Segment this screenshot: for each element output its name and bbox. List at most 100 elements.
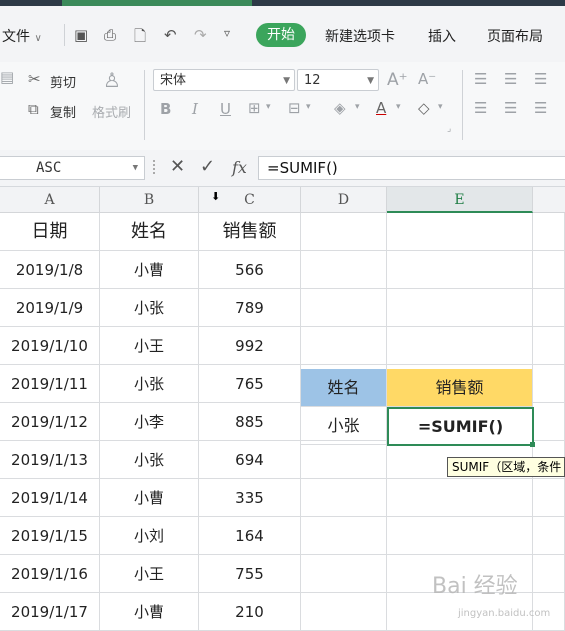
empty-cell[interactable]	[533, 365, 565, 403]
date-cell[interactable]: 2019/1/10	[0, 327, 100, 365]
sales-cell[interactable]: 789	[199, 289, 301, 327]
scissors-icon[interactable]: ✂	[28, 70, 41, 88]
font-name-select[interactable]: 宋体 ▼	[153, 69, 295, 91]
formula-input[interactable]: =SUMIF()	[258, 156, 565, 180]
date-cell[interactable]: 2019/1/16	[0, 555, 100, 593]
customize-dropdown-icon[interactable]: ▿	[224, 26, 230, 40]
italic-button[interactable]: I	[192, 100, 198, 118]
save-icon[interactable]: ▣	[74, 26, 88, 44]
empty-cell[interactable]	[387, 213, 533, 251]
tab-page-layout[interactable]: 页面布局	[487, 26, 543, 46]
empty-cell[interactable]	[533, 479, 565, 517]
name-box[interactable]: ASC ▼	[0, 156, 145, 180]
align-right-icon[interactable]: ☰	[534, 99, 547, 117]
drag-handle[interactable]	[153, 160, 161, 174]
name-cell[interactable]: 小张	[100, 365, 199, 403]
empty-cell[interactable]	[301, 593, 387, 631]
sales-cell[interactable]: 335	[199, 479, 301, 517]
align-center-icon[interactable]: ☰	[504, 99, 517, 117]
underline-button[interactable]: U	[220, 100, 231, 118]
column-header-a[interactable]: A	[0, 187, 100, 213]
sales-cell[interactable]: 164	[199, 517, 301, 555]
name-cell[interactable]: 小曹	[100, 593, 199, 631]
cell-style-icon[interactable]: ⊟	[288, 99, 301, 117]
fill-handle[interactable]	[530, 442, 535, 447]
name-cell[interactable]: 小王	[100, 555, 199, 593]
font-size-select[interactable]: 12 ▼	[297, 69, 379, 91]
name-cell[interactable]: 小张	[100, 289, 199, 327]
align-top-icon[interactable]: ☰	[474, 70, 487, 88]
font-dialog-launcher-icon[interactable]: ⌟	[447, 124, 451, 134]
empty-cell[interactable]	[387, 289, 533, 327]
column-header-e[interactable]: E	[387, 187, 533, 213]
sales-cell[interactable]: 566	[199, 251, 301, 289]
date-cell[interactable]: 2019/1/9	[0, 289, 100, 327]
align-left-icon[interactable]: ☰	[474, 99, 487, 117]
empty-cell[interactable]	[301, 327, 387, 365]
border-icon[interactable]: ⊞	[248, 99, 261, 117]
name-cell[interactable]: 小李	[100, 403, 199, 441]
redo-icon[interactable]: ↷	[194, 26, 207, 44]
tab-start[interactable]: 开始	[256, 23, 306, 47]
date-cell[interactable]: 2019/1/12	[0, 403, 100, 441]
name-cell[interactable]: 小曹	[100, 479, 199, 517]
menu-file[interactable]: 文件 ∨	[2, 26, 42, 46]
empty-cell[interactable]	[533, 327, 565, 365]
paste-icon[interactable]: ▤	[0, 68, 14, 86]
empty-cell[interactable]	[301, 441, 387, 479]
column-header-b[interactable]: B	[100, 187, 199, 213]
date-cell[interactable]: 2019/1/14	[0, 479, 100, 517]
empty-cell[interactable]	[387, 479, 533, 517]
sales-cell[interactable]: 210	[199, 593, 301, 631]
column-header-f[interactable]	[533, 187, 565, 213]
chevron-down-icon[interactable]: ▾	[396, 102, 401, 112]
chevron-down-icon[interactable]: ▾	[306, 102, 311, 112]
print-preview-icon[interactable]: 🗋	[134, 26, 146, 51]
empty-cell[interactable]	[533, 555, 565, 593]
empty-cell[interactable]	[301, 517, 387, 555]
cut-button[interactable]: 剪切	[50, 72, 76, 91]
name-cell[interactable]: 小张	[100, 441, 199, 479]
cancel-icon[interactable]: ✕	[170, 156, 185, 177]
confirm-icon[interactable]: ✓	[200, 156, 215, 177]
date-cell[interactable]: 2019/1/8	[0, 251, 100, 289]
format-painter-button[interactable]: 格式刷	[92, 102, 131, 121]
empty-cell[interactable]	[533, 289, 565, 327]
name-cell[interactable]: 小王	[100, 327, 199, 365]
eraser-icon[interactable]: ◇	[418, 99, 430, 117]
empty-cell[interactable]	[533, 251, 565, 289]
lookup-sales-header[interactable]: 销售额	[387, 369, 533, 407]
date-cell[interactable]: 2019/1/17	[0, 593, 100, 631]
sales-cell[interactable]: 992	[199, 327, 301, 365]
sales-cell[interactable]: 765	[199, 365, 301, 403]
font-color-icon[interactable]: A	[376, 99, 386, 117]
date-cell[interactable]: 2019/1/11	[0, 365, 100, 403]
fill-color-icon[interactable]: ◈	[334, 99, 346, 117]
tab-insert[interactable]: 插入	[428, 26, 456, 46]
decrease-font-icon[interactable]: A⁻	[418, 70, 436, 88]
empty-cell[interactable]	[301, 289, 387, 327]
empty-cell[interactable]	[301, 251, 387, 289]
lookup-name-value[interactable]: 小张	[301, 407, 387, 445]
chevron-down-icon[interactable]: ▾	[266, 102, 271, 112]
chevron-down-icon[interactable]: ▾	[438, 102, 443, 112]
empty-cell[interactable]	[301, 213, 387, 251]
print-icon[interactable]: ⎙	[104, 26, 116, 44]
sales-cell[interactable]: 755	[199, 555, 301, 593]
tab-new-tab[interactable]: 新建选项卡	[325, 26, 395, 46]
bold-button[interactable]: B	[160, 100, 171, 118]
date-cell[interactable]: 2019/1/15	[0, 517, 100, 555]
sales-cell[interactable]: 694	[199, 441, 301, 479]
insert-function-icon[interactable]: fx	[232, 158, 247, 177]
table-header-cell[interactable]: 销售额	[199, 213, 301, 251]
date-cell[interactable]: 2019/1/13	[0, 441, 100, 479]
copy-icon[interactable]: ⧉	[28, 100, 39, 118]
active-formula-cell[interactable]: =SUMIF()	[387, 407, 534, 446]
increase-font-icon[interactable]: A⁺	[387, 70, 408, 90]
format-painter-icon[interactable]: ♙	[103, 68, 121, 92]
empty-cell[interactable]	[387, 251, 533, 289]
table-header-cell[interactable]: 姓名	[100, 213, 199, 251]
align-bottom-icon[interactable]: ☰	[534, 70, 547, 88]
empty-cell[interactable]	[301, 555, 387, 593]
empty-cell[interactable]	[301, 479, 387, 517]
